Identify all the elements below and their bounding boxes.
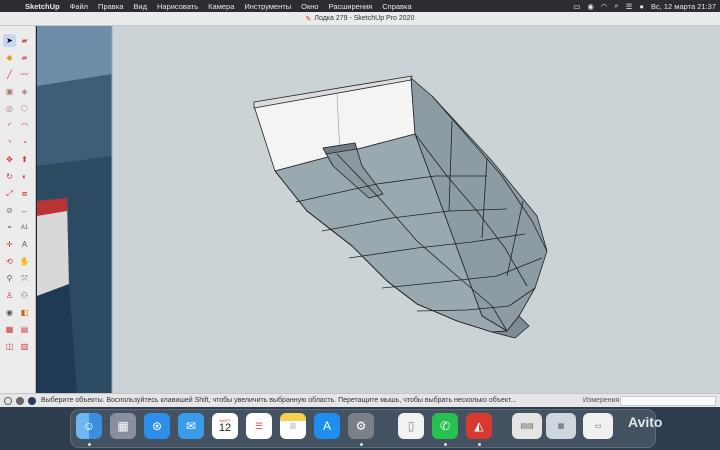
files-icon[interactable]: ▯	[398, 413, 424, 439]
app-store-icon[interactable]: A	[314, 413, 340, 439]
extension-warehouse-icon[interactable]: ▤	[18, 323, 31, 336]
window-thumbnail-3[interactable]: ▭	[583, 413, 613, 439]
eraser-tool-icon[interactable]: ▰	[18, 34, 31, 47]
look-around-icon[interactable]: ◉	[3, 306, 16, 319]
menu-extensions[interactable]: Расширения	[324, 2, 378, 11]
erase-icon[interactable]: ▰	[18, 51, 31, 64]
orbit-tool-icon[interactable]: ⟲	[3, 255, 16, 268]
search-icon[interactable]: ⌕	[614, 1, 618, 11]
window-titlebar: ✎ Лодка 279 - SketchUp Pro 2020	[0, 12, 720, 26]
whatsapp-icon[interactable]: ✆	[432, 413, 458, 439]
extension-manager-icon[interactable]: ▥	[18, 340, 31, 353]
select-tool-icon[interactable]: ➤	[3, 34, 16, 47]
push-pull-icon[interactable]: ⬆	[18, 153, 31, 166]
scale-tool-icon[interactable]: ⤢	[3, 187, 16, 200]
measurements-input[interactable]	[620, 396, 716, 406]
boat-model[interactable]	[37, 26, 720, 393]
notes-icon[interactable]: ≡	[280, 413, 306, 439]
calendar-day: 12	[218, 421, 232, 434]
tape-measure-icon[interactable]: ⊘	[3, 204, 16, 217]
rectangle-tool-icon[interactable]: ▣	[3, 85, 16, 98]
menu-edit[interactable]: Правка	[93, 2, 128, 11]
macos-menubar: SketchUp Файл Правка Вид Нарисовать Каме…	[0, 0, 720, 12]
menu-view[interactable]: Вид	[128, 2, 152, 11]
menu-help[interactable]: Справка	[377, 2, 416, 11]
paint-bucket-icon[interactable]: ◆	[3, 51, 16, 64]
system-preferences-icon[interactable]: ⚙	[348, 413, 374, 439]
zoom-extents-icon[interactable]: ⤧	[18, 272, 31, 285]
follow-me-icon[interactable]: ◐	[18, 170, 31, 183]
boat-hull[interactable]	[253, 75, 548, 339]
pie-tool-icon[interactable]: ◔	[18, 136, 31, 149]
arc-tool-icon[interactable]: ◜	[3, 119, 16, 132]
warehouse-icon[interactable]: ▦	[3, 323, 16, 336]
window-thumbnail-2[interactable]: ▦	[546, 413, 576, 439]
menu-file[interactable]: Файл	[65, 2, 93, 11]
menu-app-name[interactable]: SketchUp	[20, 2, 65, 11]
three-point-arc-icon[interactable]: ◝	[3, 136, 16, 149]
two-point-arc-icon[interactable]: ◠	[18, 119, 31, 132]
move-tool-icon[interactable]: ✥	[3, 153, 16, 166]
dimension-tool-icon[interactable]: ↔	[18, 204, 31, 217]
cast-icon[interactable]: ◉	[587, 2, 594, 11]
status-hint: Выберите объекты. Воспользуйтесь клавише…	[41, 397, 517, 404]
zoom-tool-icon[interactable]: ⚲	[3, 272, 16, 285]
finder-running-indicator	[88, 443, 91, 446]
mail-icon[interactable]: ✉	[178, 413, 204, 439]
menu-tools[interactable]: Инструменты	[239, 2, 296, 11]
menu-window[interactable]: Окно	[296, 2, 323, 11]
siri-icon[interactable]: ●	[639, 2, 644, 11]
axes-tool-icon[interactable]: ✛	[3, 238, 16, 251]
rotate-tool-icon[interactable]: ↻	[3, 170, 16, 183]
line-tool-icon[interactable]: ╱	[3, 68, 16, 81]
walk-tool-icon[interactable]: ⚇	[18, 289, 31, 302]
model-viewport[interactable]	[37, 26, 720, 393]
rotated-rectangle-icon[interactable]: ◈	[18, 85, 31, 98]
whatsapp-running-indicator	[444, 443, 447, 446]
text-tool-icon[interactable]: A1	[18, 221, 31, 234]
sketchup-running-indicator	[478, 443, 481, 446]
launchpad-icon[interactable]: ▦	[110, 413, 136, 439]
wifi-icon[interactable]: ◠	[601, 2, 608, 11]
finder-icon[interactable]: ☺	[76, 413, 102, 439]
menu-draw[interactable]: Нарисовать	[152, 2, 203, 11]
avito-watermark: Avito	[628, 414, 663, 430]
3d-text-icon[interactable]: A	[18, 238, 31, 251]
pan-tool-icon[interactable]: ✋	[18, 255, 31, 268]
circle-tool-icon[interactable]: ◎	[3, 102, 16, 115]
polygon-tool-icon[interactable]: ⬡	[18, 102, 31, 115]
system-preferences-running-indicator	[360, 443, 363, 446]
window-thumbnail-1[interactable]: ▤▤	[512, 413, 542, 439]
info-icon[interactable]	[4, 396, 12, 405]
status-bar: Выберите объекты. Воспользуйтесь клавише…	[0, 393, 720, 407]
safari-icon[interactable]: ⊛	[144, 413, 170, 439]
control-center-icon[interactable]: ☰	[626, 2, 633, 11]
offset-tool-icon[interactable]: ⧈	[18, 187, 31, 200]
section-plane-icon[interactable]: ◧	[18, 306, 31, 319]
calendar-icon[interactable]: МАРТ 12	[212, 413, 238, 439]
menu-camera[interactable]: Камера	[203, 2, 239, 11]
menubar-datetime[interactable]: Вс, 12 марта 21:37	[651, 2, 716, 11]
measurements-label: Измерения	[583, 397, 620, 404]
freehand-tool-icon[interactable]: 〰	[18, 68, 31, 81]
reminders-icon[interactable]: ☰	[246, 413, 272, 439]
protractor-icon[interactable]: ◓	[3, 221, 16, 234]
large-toolset: ➤ ▰ ◆ ▰ ╱ 〰 ▣ ◈ ◎ ⬡ ◜ ◠ ◝ ◔ ✥ ⬆ ↻ ◐ ⤢ ⧈ …	[0, 26, 36, 393]
background-photo	[37, 26, 113, 393]
layout-icon[interactable]: ◫	[3, 340, 16, 353]
position-camera-icon[interactable]: ♙	[3, 289, 16, 302]
screen-share-icon[interactable]: ▭	[573, 2, 580, 11]
instructor-icon[interactable]	[28, 396, 36, 405]
sketchup-icon[interactable]: ◭	[466, 413, 492, 439]
document-icon: ✎	[305, 15, 312, 23]
window-title: Лодка 279 - SketchUp Pro 2020	[314, 15, 415, 22]
help-icon[interactable]	[16, 396, 24, 405]
